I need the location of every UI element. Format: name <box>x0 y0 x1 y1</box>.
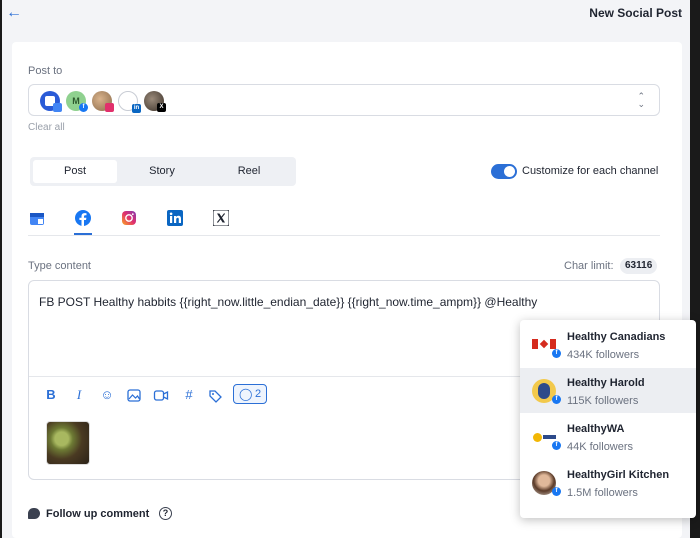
facebook-badge-icon: f <box>79 103 88 112</box>
bold-icon[interactable]: B <box>43 387 59 402</box>
suggestion-item[interactable]: f HealthyWA 44K followers <box>520 414 696 459</box>
account-facebook[interactable]: M f <box>66 91 88 112</box>
char-limit-badge: 63116 <box>620 258 658 274</box>
account-x[interactable]: X <box>144 91 166 112</box>
type-content-label: Type content <box>28 260 91 272</box>
instagram-icon[interactable] <box>121 210 137 226</box>
tag-icon[interactable] <box>208 389 224 403</box>
google-business-badge-icon <box>53 103 62 112</box>
instagram-badge-icon <box>105 103 114 112</box>
page-title: New Social Post <box>589 6 682 20</box>
suggestion-followers: 1.5M followers <box>567 487 638 499</box>
follow-up-label[interactable]: Follow up comment <box>46 508 149 520</box>
facebook-badge-icon: f <box>552 349 561 358</box>
emoji-icon[interactable]: ☺ <box>99 387 115 402</box>
suggestion-name: HealthyGirl Kitchen <box>567 469 670 481</box>
facebook-badge-icon: f <box>552 441 561 450</box>
facebook-icon[interactable] <box>75 210 91 226</box>
header-bar: ← New Social Post <box>2 0 690 30</box>
tab-story[interactable]: Story <box>120 160 204 183</box>
suggestion-item[interactable]: f Healthy Canadians 434K followers <box>520 322 696 367</box>
suggestion-item[interactable]: f Healthy Harold 115K followers <box>520 368 696 413</box>
char-limit-label: Char limit: <box>564 260 614 272</box>
comment-icon <box>28 508 40 519</box>
suggestion-name: Healthy Canadians <box>567 331 666 343</box>
facebook-badge-icon: f <box>552 395 561 404</box>
customize-label: Customize for each channel <box>522 165 659 177</box>
facebook-badge-icon: f <box>552 487 561 496</box>
suggestion-name: HealthyWA <box>567 423 625 435</box>
mention-count: 2 <box>255 388 262 400</box>
google-business-icon[interactable] <box>29 210 45 226</box>
clear-all-link[interactable]: Clear all <box>28 122 65 133</box>
post-to-label: Post to <box>28 65 63 77</box>
post-type-tabs: Post Story Reel <box>30 157 296 186</box>
x-badge-icon: X <box>157 103 166 112</box>
divider <box>28 235 660 236</box>
chevron-updown-icon[interactable]: ⌃ ⌄ <box>637 92 645 109</box>
suggestion-item[interactable]: f HealthyGirl Kitchen 1.5M followers <box>520 460 696 505</box>
tab-post[interactable]: Post <box>33 160 117 183</box>
attached-image[interactable] <box>46 421 90 465</box>
account-linkedin[interactable]: in <box>118 91 141 113</box>
toggle-knob <box>504 166 515 177</box>
linkedin-icon[interactable] <box>167 210 183 226</box>
video-icon[interactable] <box>153 390 169 401</box>
account-instagram[interactable] <box>92 91 114 112</box>
italic-icon[interactable]: I <box>71 387 87 403</box>
account-selector[interactable]: M f in X ⌃ ⌄ <box>28 84 660 116</box>
linkedin-badge-icon: in <box>132 104 141 113</box>
suggestion-followers: 434K followers <box>567 349 640 361</box>
mention-suggestions: f Healthy Canadians 434K followers f Hea… <box>520 320 696 518</box>
x-icon[interactable] <box>213 210 229 226</box>
mention-button[interactable]: ◯ 2 <box>233 384 267 404</box>
post-text[interactable]: FB POST Healthy habbits {{right_now.litt… <box>39 295 537 309</box>
tab-reel[interactable]: Reel <box>207 160 291 183</box>
suggestion-followers: 44K followers <box>567 441 634 453</box>
customize-toggle[interactable] <box>491 164 517 179</box>
mention-icon: ◯ <box>239 387 253 401</box>
suggestion-followers: 115K followers <box>567 395 639 407</box>
account-google[interactable] <box>40 91 62 112</box>
suggestion-name: Healthy Harold <box>567 377 645 389</box>
image-icon[interactable] <box>126 389 142 402</box>
help-icon[interactable]: ? <box>159 507 172 520</box>
hashtag-icon[interactable]: # <box>181 387 197 402</box>
arrow-left-icon[interactable]: ← <box>6 4 22 22</box>
